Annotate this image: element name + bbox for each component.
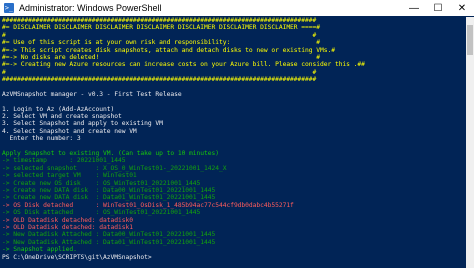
console-line: #= DISCLAIMER DISCLAIMER DISCLAIMER DISC… <box>2 24 320 32</box>
title-bar: >_ Administrator: Windows PowerShell — ☐… <box>0 0 474 16</box>
console-line: -> OS Disk detached : WinTest01_OsDisk_1… <box>2 201 294 209</box>
powershell-window: >_ Administrator: Windows PowerShell — ☐… <box>0 0 474 268</box>
console-line: -> Create new DATA disk : Data01_WinTest… <box>2 194 216 202</box>
console-line: -> Snapshot applied. <box>2 246 77 254</box>
window-title: Administrator: Windows PowerShell <box>19 3 162 13</box>
console-line: #= Use of this script is at your own ris… <box>2 39 320 47</box>
close-button[interactable]: ✕ <box>450 0 474 16</box>
maximize-button[interactable]: ☐ <box>426 0 450 16</box>
console-line: # # <box>2 68 317 76</box>
console-line: -> selected snapshot : X_OS_0_WinTest01-… <box>2 164 227 172</box>
console-line: Enter the number: 3 <box>2 135 81 143</box>
console-line: -> OLD Datadisk detached: datadisk0 <box>2 216 133 224</box>
console-line: #=-> Creating new Azure resources can in… <box>2 61 365 69</box>
console-line: -> OS Disk attached : OS_WinTest01_20221… <box>2 209 201 217</box>
console-line: #=-> This script creates disk snapshots,… <box>2 46 335 54</box>
console-line: # # <box>2 31 317 39</box>
console-line: -> Create new DATA disk : Data00_WinTest… <box>2 186 216 194</box>
console-line: PS C:\OneDrive\SCRIPTS\git\AzVMSnapshot> <box>2 253 152 261</box>
console-line: -> Create new OS disk : OS_WinTest01_202… <box>2 179 201 187</box>
console-line: 3. Select Snapshot and apply to existing… <box>2 120 163 128</box>
console-line: 1. Login to Az (Add-AzAccount) <box>2 105 115 113</box>
console-line: -> New Datadisk Attached : Data01_WinTes… <box>2 238 216 246</box>
console-line: 2. Select VM and create snapshot <box>2 113 122 121</box>
console-line: -> timestamp : 20221001_1445 <box>2 157 126 165</box>
console-line: ########################################… <box>2 17 317 24</box>
console-line: ########################################… <box>2 76 317 84</box>
console-line: -> New Datadisk Attached : Data00_WinTes… <box>2 231 216 239</box>
scrollbar-thumb[interactable] <box>467 25 473 55</box>
console-line: -> OLD Datadisk detached: datadisk1 <box>2 223 133 231</box>
minimize-button[interactable]: — <box>402 0 426 16</box>
console-line: Apply Snapshot to existing VM. (Can take… <box>2 150 219 158</box>
console-line: 4. Select Snapshot and create new VM <box>2 127 137 135</box>
console-output[interactable]: ########################################… <box>0 17 468 268</box>
console-line: -> selected target VM : WinTest01 <box>2 172 137 180</box>
vertical-scrollbar[interactable] <box>466 17 474 268</box>
powershell-icon: >_ <box>4 3 14 13</box>
console-line: #=-> No disks are deleted! # <box>2 53 320 61</box>
console-line: AzVMSnapshot manager - v0.3 - First Test… <box>2 90 182 98</box>
